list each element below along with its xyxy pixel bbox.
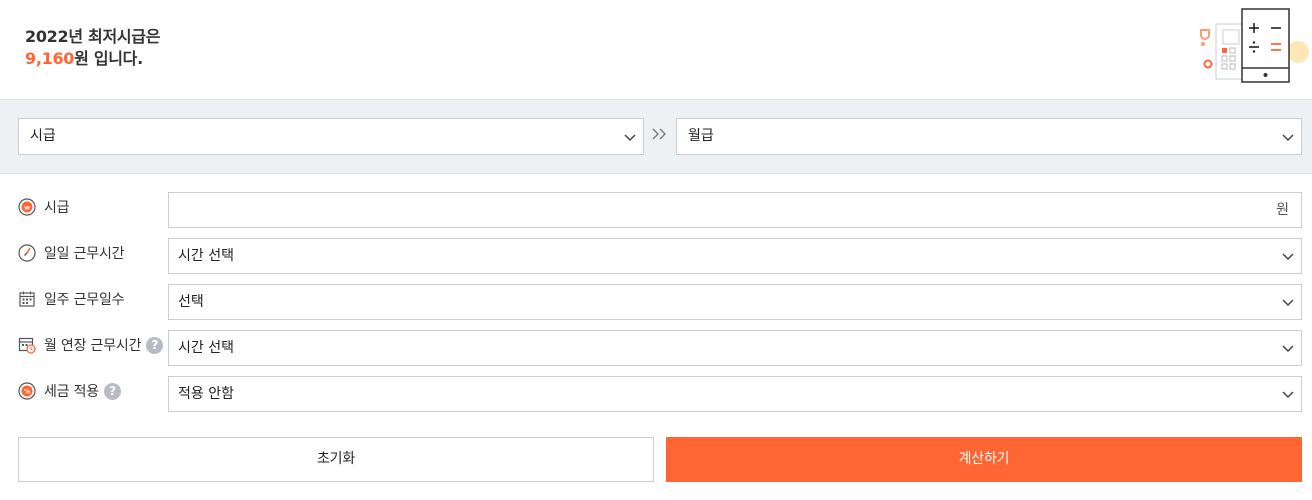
svg-text:w: w <box>24 204 30 212</box>
monthly-overtime-label: 월 연장 근무시간 <box>44 338 142 354</box>
tax-label-row: % 세금 적용 ? <box>18 380 121 402</box>
calendar-icon <box>19 291 35 307</box>
minimum-wage-headline: 2022년 최저시급은 9,160원 입니다. <box>25 26 160 70</box>
daily-hours-label: 일일 근무시간 <box>44 246 125 262</box>
svg-text:%: % <box>24 388 31 396</box>
to-unit-select[interactable]: 월급 <box>676 118 1302 155</box>
headline-line2: 9,160원 입니다. <box>25 48 160 70</box>
daily-hours-value: 시간 선택 <box>178 248 234 264</box>
won-unit: 원 <box>1276 202 1289 218</box>
daily-hours-select[interactable]: 시간 선택 <box>168 238 1302 274</box>
overtime-help-icon[interactable]: ? <box>146 336 164 354</box>
reset-button[interactable]: 초기화 <box>18 437 654 482</box>
tax-label: 세금 적용 <box>44 384 99 400</box>
hourly-wage-label: 시급 <box>44 200 70 216</box>
header-banner: 2022년 최저시급은 9,160원 입니다. <box>0 0 1312 100</box>
headline-line2-suffix: 원 입니다. <box>74 49 143 68</box>
weekly-days-select[interactable]: 선택 <box>168 284 1302 320</box>
hourly-wage-input[interactable] <box>178 194 1258 226</box>
weekly-days-label: 일주 근무일수 <box>44 292 125 308</box>
clock-icon <box>18 244 36 262</box>
hourly-wage-label-row: w 시급 <box>18 196 70 218</box>
from-unit-select[interactable]: 시급 <box>18 118 644 155</box>
chevron-down-icon <box>1282 299 1294 307</box>
headline-line1: 2022년 최저시급은 <box>25 27 161 46</box>
hourly-wage-input-box: 원 <box>168 192 1302 228</box>
monthly-overtime-value: 시간 선택 <box>178 340 234 356</box>
daily-hours-label-row: 일일 근무시간 <box>18 242 125 264</box>
chevron-down-icon <box>1282 134 1294 142</box>
monthly-overtime-label-row: 월 연장 근무시간 ? <box>18 334 164 356</box>
won-coin-icon: w <box>18 198 36 216</box>
tax-help-icon[interactable]: ? <box>103 382 121 400</box>
calculator-icon <box>1200 8 1309 83</box>
chevron-down-icon <box>1282 253 1294 261</box>
from-unit-value: 시급 <box>30 128 56 144</box>
percent-icon: % <box>18 382 36 400</box>
weekly-days-label-row: 일주 근무일수 <box>18 288 125 310</box>
chevron-down-icon <box>624 134 636 142</box>
to-unit-value: 월급 <box>688 128 714 144</box>
tax-select[interactable]: 적용 안함 <box>168 376 1302 412</box>
monthly-overtime-select[interactable]: 시간 선택 <box>168 330 1302 366</box>
tax-value: 적용 안함 <box>178 386 234 402</box>
chevron-down-icon <box>1282 391 1294 399</box>
calendar-clock-icon <box>18 337 36 354</box>
weekly-days-value: 선택 <box>178 294 204 310</box>
double-chevron-right-icon <box>652 128 666 140</box>
chevron-down-icon <box>1282 345 1294 353</box>
minimum-wage-value: 9,160 <box>25 49 75 68</box>
calculate-button[interactable]: 계산하기 <box>666 437 1302 482</box>
